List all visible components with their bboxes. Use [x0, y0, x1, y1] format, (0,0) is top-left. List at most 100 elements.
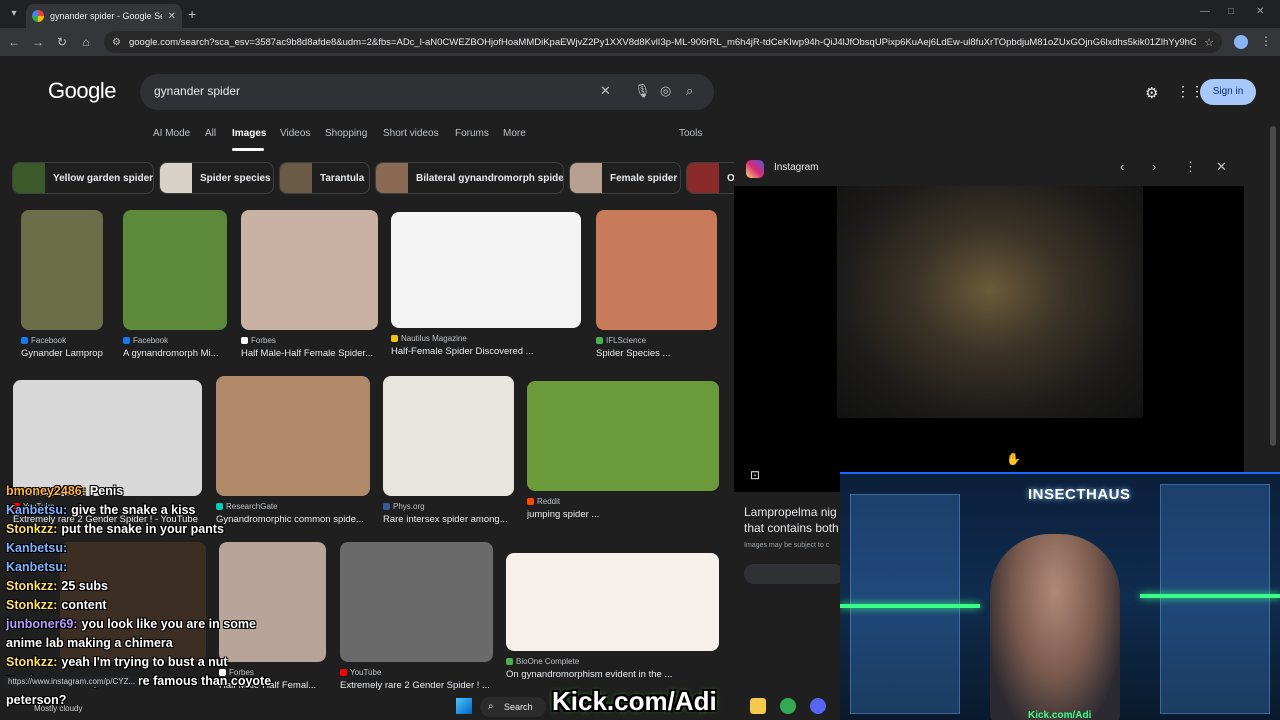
chrome-icon[interactable] [780, 698, 796, 714]
result-image[interactable] [340, 542, 493, 662]
more-options-icon[interactable]: ⋮ [1184, 159, 1197, 175]
related-chip[interactable]: Tarantula [279, 162, 370, 194]
result-image[interactable] [21, 210, 103, 330]
result-source[interactable]: Forbes [241, 336, 276, 345]
tab-short-videos[interactable]: Short videos [383, 128, 439, 139]
next-icon[interactable]: › [1152, 159, 1156, 174]
clear-search-icon[interactable]: ✕ [600, 83, 611, 99]
result-caption[interactable]: Spider Species ... [596, 348, 717, 359]
result-image[interactable] [123, 210, 227, 330]
weather-widget[interactable]: Mostly cloudy [34, 704, 82, 713]
result-caption[interactable]: jumping spider ... [527, 509, 719, 520]
source-favicon-icon [340, 669, 347, 676]
related-chip[interactable]: Spider species [159, 162, 274, 194]
chat-text: content [61, 598, 107, 612]
new-tab-button[interactable]: + [188, 6, 196, 22]
tab-videos[interactable]: Videos [280, 128, 310, 139]
preview-source[interactable]: Instagram [774, 162, 818, 173]
result-caption[interactable]: Gynandromorphic common spide... [216, 514, 370, 525]
tab-shopping[interactable]: Shopping [325, 128, 367, 139]
result-image[interactable] [13, 380, 202, 496]
tab-more[interactable]: More [503, 128, 526, 139]
address-url[interactable]: google.com/search?sca_esv=3587ac9b8d8afd… [129, 37, 1196, 48]
tools-button[interactable]: Tools [679, 128, 702, 139]
search-icon[interactable]: ⌕ [686, 83, 693, 99]
previous-icon[interactable]: ‹ [1120, 159, 1124, 174]
reload-icon[interactable]: ↻ [54, 34, 70, 50]
file-explorer-icon[interactable] [750, 698, 766, 714]
chip-thumbnail [376, 163, 408, 193]
taskbar-search[interactable]: ⌕ Search [480, 697, 546, 717]
tab-ai-mode[interactable]: AI Mode [153, 128, 190, 139]
chip-label: Female spider [610, 172, 678, 184]
result-source[interactable]: Facebook [21, 336, 66, 345]
related-chip[interactable]: Yellow garden spider [12, 162, 154, 194]
google-logo[interactable]: Google [48, 78, 116, 104]
close-window-icon[interactable]: ✕ [1256, 6, 1264, 17]
page-scrollbar[interactable] [1270, 126, 1276, 446]
result-image[interactable] [391, 212, 581, 328]
result-image[interactable] [596, 210, 717, 330]
browser-tab[interactable]: gynander spider - Google Search ✕ [26, 4, 182, 28]
result-image[interactable] [216, 376, 370, 496]
browser-menu-icon[interactable]: ⋮ [1260, 34, 1272, 48]
tab-title: gynander spider - Google Search [50, 11, 162, 21]
voice-search-icon[interactable]: 🎙 [634, 83, 651, 99]
address-bar[interactable]: ⚙ google.com/search?sca_esv=3587ac9b8d8a… [104, 31, 1222, 53]
result-source[interactable]: Facebook [123, 336, 168, 345]
settings-gear-icon[interactable]: ⚙ [1145, 84, 1158, 102]
bookmark-star-icon[interactable]: ☆ [1204, 36, 1214, 49]
result-source[interactable]: YouTube [340, 668, 381, 677]
chat-username: Stonkzz: [6, 579, 58, 593]
result-source[interactable]: IFLScience [596, 336, 646, 345]
site-info-icon[interactable]: ⚙ [112, 37, 121, 48]
preview-image[interactable] [837, 186, 1143, 418]
result-source[interactable]: BioOne Complete [506, 657, 579, 666]
search-box[interactable]: gynander spider ✕ 🎙 ◎ ⌕ [140, 74, 714, 110]
close-tab-icon[interactable]: ✕ [168, 11, 176, 22]
tab-images[interactable]: Images [232, 128, 266, 139]
discord-icon[interactable] [810, 698, 826, 714]
tab-search-icon[interactable]: ▾ [6, 6, 22, 22]
result-caption[interactable]: On gynandromorphism evident in the ... [506, 669, 719, 680]
result-caption[interactable]: Half-Female Spider Discovered ... [391, 346, 581, 357]
instagram-icon [746, 160, 764, 178]
close-preview-icon[interactable]: ✕ [1216, 159, 1227, 175]
result-image[interactable] [527, 381, 719, 491]
browser-toolbar: ← → ↻ ⌂ ⚙ google.com/search?sca_esv=3587… [0, 28, 1280, 56]
minimize-icon[interactable]: — [1200, 6, 1210, 17]
lens-icon[interactable]: ⊡ [750, 468, 760, 482]
search-input[interactable]: gynander spider [154, 84, 240, 98]
home-icon[interactable]: ⌂ [78, 34, 94, 50]
related-chip[interactable]: Female spider [569, 162, 681, 194]
result-source[interactable]: ResearchGate [216, 502, 278, 511]
source-favicon-icon [123, 337, 130, 344]
result-image[interactable] [219, 542, 326, 662]
result-caption[interactable]: A gynandromorph Mi... [123, 348, 227, 359]
sign-in-button[interactable]: Sign in [1200, 79, 1256, 105]
back-icon[interactable]: ← [6, 34, 22, 50]
result-caption[interactable]: Gynander Lamprop... [21, 348, 103, 359]
tab-all[interactable]: All [205, 128, 216, 139]
forward-icon[interactable]: → [30, 34, 46, 50]
result-caption[interactable]: Half Male-Half Female Spider... [241, 348, 378, 359]
result-image[interactable] [241, 210, 378, 330]
source-favicon-icon [241, 337, 248, 344]
result-source[interactable]: Reddit [527, 497, 560, 506]
related-chip[interactable]: Bilateral gynandromorph spider [375, 162, 564, 194]
windows-start-icon[interactable] [456, 698, 472, 714]
shelf-right [1160, 484, 1270, 714]
profile-avatar[interactable] [1234, 35, 1248, 49]
tab-forums[interactable]: Forums [455, 128, 489, 139]
chat-message: Kanbetsu: give the snake a kiss [6, 503, 196, 517]
preview-title[interactable]: Lampropelma nig that contains both [744, 504, 844, 536]
result-caption[interactable]: Extremely rare 2 Gender Spider ! ... [340, 680, 493, 691]
maximize-icon[interactable]: □ [1228, 6, 1234, 17]
result-image[interactable] [383, 376, 514, 496]
result-source[interactable]: Nautilus Magazine [391, 334, 467, 343]
lens-search-icon[interactable]: ◎ [660, 83, 671, 99]
result-source[interactable]: Phys.org [383, 502, 425, 511]
result-caption[interactable]: Rare intersex spider among... [383, 514, 514, 525]
result-image[interactable] [506, 553, 719, 651]
visit-button[interactable] [744, 564, 844, 584]
